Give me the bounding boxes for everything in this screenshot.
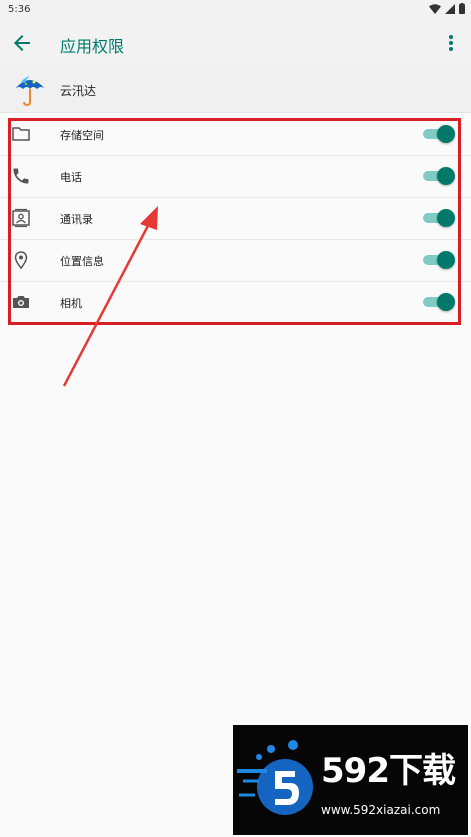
app-name: 云汛达: [60, 84, 97, 98]
permission-row-phone[interactable]: 电话: [0, 156, 471, 198]
contacts-toggle[interactable]: [423, 209, 455, 227]
watermark-url: www.592xiazai.com: [321, 803, 441, 817]
permission-label: 相机: [60, 297, 82, 310]
battery-icon: [459, 3, 465, 14]
watermark-title: 592下载: [321, 751, 456, 791]
permission-row-camera[interactable]: 相机: [0, 282, 471, 323]
permission-label: 存储空间: [60, 129, 104, 142]
phone-icon: [13, 168, 29, 184]
location-toggle[interactable]: [423, 251, 455, 269]
permission-row-storage[interactable]: 存储空间: [0, 114, 471, 156]
storage-toggle[interactable]: [423, 125, 455, 143]
location-icon: [14, 251, 28, 270]
permission-label: 通讯录: [60, 213, 93, 226]
signal-icon: [445, 3, 455, 14]
camera-toggle[interactable]: [423, 293, 455, 311]
watermark: 592下载 www.592xiazai.com: [233, 725, 468, 835]
permission-list: 存储空间 电话 通讯录 位置信息 相机: [0, 114, 471, 323]
watermark-logo-icon: [237, 740, 313, 815]
app-header: 云汛达: [0, 66, 471, 113]
camera-icon: [13, 296, 29, 308]
more-options-icon[interactable]: [441, 31, 461, 55]
umbrella-icon: [15, 76, 45, 107]
phone-toggle[interactable]: [423, 167, 455, 185]
status-icons: [429, 3, 465, 14]
folder-icon: [12, 127, 30, 141]
contacts-icon: [12, 208, 30, 228]
wifi-icon: [429, 3, 441, 14]
page-title: 应用权限: [60, 37, 125, 56]
status-bar: 5:36: [0, 0, 471, 20]
back-arrow-icon[interactable]: [10, 31, 34, 55]
permission-label: 位置信息: [60, 255, 104, 268]
permission-row-contacts[interactable]: 通讯录: [0, 198, 471, 240]
app-bar: 应用权限: [0, 20, 471, 66]
status-time: 5:36: [8, 4, 31, 15]
permission-label: 电话: [60, 171, 82, 184]
permission-row-location[interactable]: 位置信息: [0, 240, 471, 282]
